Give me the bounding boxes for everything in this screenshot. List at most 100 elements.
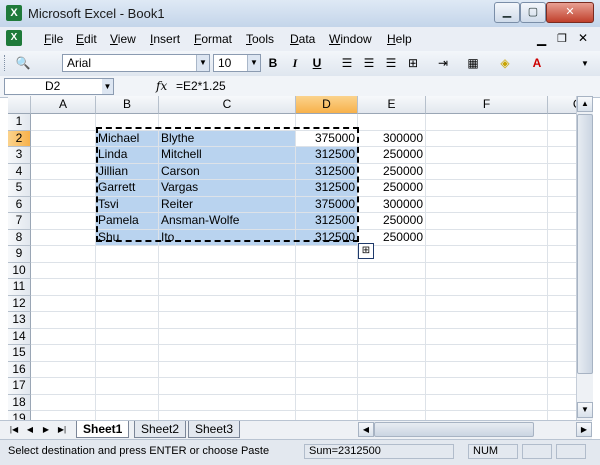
cell[interactable] <box>296 345 358 362</box>
cell[interactable] <box>31 279 96 296</box>
fill-color-icon[interactable]: ◈ <box>496 55 514 72</box>
cell[interactable]: 300000 <box>358 130 426 147</box>
row-header[interactable]: 9 <box>8 246 31 263</box>
cell[interactable] <box>31 246 96 263</box>
cell[interactable] <box>96 295 159 312</box>
cell[interactable] <box>296 246 358 263</box>
cell[interactable]: Jillian <box>96 163 159 180</box>
next-sheet-icon[interactable]: ▶ <box>40 424 52 436</box>
insert-function-icon[interactable]: fx <box>156 79 167 93</box>
cell[interactable] <box>426 246 548 263</box>
chevron-down-icon[interactable]: ▼ <box>196 55 209 71</box>
cell[interactable] <box>31 114 96 131</box>
cell[interactable]: Pamela <box>96 213 159 230</box>
cell[interactable] <box>358 279 426 296</box>
italic-button[interactable]: I <box>286 55 304 72</box>
align-left-icon[interactable]: ☰ <box>338 55 356 72</box>
cell[interactable] <box>31 295 96 312</box>
cell[interactable] <box>296 378 358 395</box>
row-header[interactable]: 14 <box>8 328 31 345</box>
paste-options-icon[interactable]: ⊞ <box>358 243 374 259</box>
row-header[interactable]: 3 <box>8 147 31 164</box>
cell[interactable] <box>358 361 426 378</box>
sheet-tab-sheet3[interactable]: Sheet3 <box>188 421 241 438</box>
column-header-g[interactable]: G <box>548 96 576 114</box>
cell[interactable] <box>96 378 159 395</box>
column-header-d[interactable]: D <box>296 96 358 114</box>
cell[interactable]: 250000 <box>358 163 426 180</box>
horizontal-scroll-thumb[interactable] <box>374 422 534 437</box>
cell[interactable] <box>296 328 358 345</box>
cell[interactable] <box>426 394 548 411</box>
cell[interactable]: 312500 <box>296 163 358 180</box>
chevron-down-icon[interactable]: ▼ <box>247 55 260 71</box>
cell[interactable] <box>159 295 296 312</box>
align-center-icon[interactable]: ☰ <box>360 55 378 72</box>
merge-center-icon[interactable]: ⊞ <box>404 55 422 72</box>
cell[interactable] <box>548 345 576 362</box>
cell[interactable] <box>426 378 548 395</box>
name-box[interactable]: D2 ▼ <box>4 78 114 95</box>
cell[interactable] <box>426 130 548 147</box>
toolbar-options-icon[interactable]: ▼ <box>576 55 594 72</box>
close-button[interactable]: ✕ <box>546 2 594 23</box>
cell[interactable] <box>159 411 296 420</box>
cell[interactable] <box>548 131 576 147</box>
menu-window[interactable]: Window <box>329 32 372 46</box>
column-header-c[interactable]: C <box>159 96 296 114</box>
cell[interactable] <box>296 361 358 378</box>
scroll-right-icon[interactable]: ▶ <box>576 422 592 437</box>
cell[interactable] <box>159 312 296 329</box>
cell[interactable] <box>31 262 96 279</box>
row-header[interactable]: 11 <box>8 279 31 296</box>
last-sheet-icon[interactable]: ▶| <box>56 424 68 436</box>
cell[interactable] <box>358 114 426 131</box>
chevron-down-icon[interactable]: ▼ <box>102 79 113 94</box>
cell[interactable] <box>426 262 548 279</box>
cell[interactable] <box>296 279 358 296</box>
cell[interactable] <box>426 229 548 246</box>
cell[interactable] <box>96 394 159 411</box>
cell[interactable] <box>548 296 576 312</box>
doc-minimize-icon[interactable]: ▁ <box>537 32 546 46</box>
menu-insert[interactable]: Insert <box>150 32 180 46</box>
row-header[interactable]: 19 <box>8 411 31 420</box>
row-header[interactable]: 4 <box>8 163 31 180</box>
cell[interactable]: Ito <box>159 229 296 246</box>
cell[interactable] <box>426 196 548 213</box>
scroll-up-icon[interactable]: ▲ <box>577 96 593 112</box>
workbook-icon[interactable]: X <box>6 30 22 46</box>
cell[interactable]: Michael <box>96 130 159 147</box>
scroll-down-icon[interactable]: ▼ <box>577 402 593 418</box>
cell[interactable] <box>31 196 96 213</box>
cell[interactable] <box>31 361 96 378</box>
first-sheet-icon[interactable]: |◀ <box>8 424 20 436</box>
prev-sheet-icon[interactable]: ◀ <box>24 424 36 436</box>
cell[interactable] <box>426 114 548 131</box>
cell[interactable] <box>426 328 548 345</box>
align-right-icon[interactable]: ☰ <box>382 55 400 72</box>
cell[interactable]: 250000 <box>358 180 426 197</box>
cell[interactable]: Vargas <box>159 180 296 197</box>
row-header[interactable]: 5 <box>8 180 31 197</box>
row-header[interactable]: 16 <box>8 361 31 378</box>
cell[interactable] <box>548 213 576 230</box>
cell[interactable] <box>426 295 548 312</box>
cell[interactable]: 312500 <box>296 213 358 230</box>
cell[interactable] <box>31 394 96 411</box>
menu-edit[interactable]: Edit <box>76 32 97 46</box>
cell[interactable] <box>548 411 576 420</box>
doc-restore-icon[interactable]: ❐ <box>557 32 567 45</box>
cell[interactable] <box>96 361 159 378</box>
cell[interactable] <box>159 246 296 263</box>
cell[interactable] <box>358 378 426 395</box>
cell[interactable] <box>358 262 426 279</box>
cell[interactable] <box>426 180 548 197</box>
cell[interactable]: 312500 <box>296 147 358 164</box>
cell[interactable] <box>159 345 296 362</box>
cell[interactable] <box>159 328 296 345</box>
cell[interactable] <box>548 362 576 378</box>
row-header[interactable]: 18 <box>8 394 31 411</box>
font-size-box[interactable]: 10 ▼ <box>213 54 261 72</box>
borders-icon[interactable]: ▦ <box>464 55 482 72</box>
